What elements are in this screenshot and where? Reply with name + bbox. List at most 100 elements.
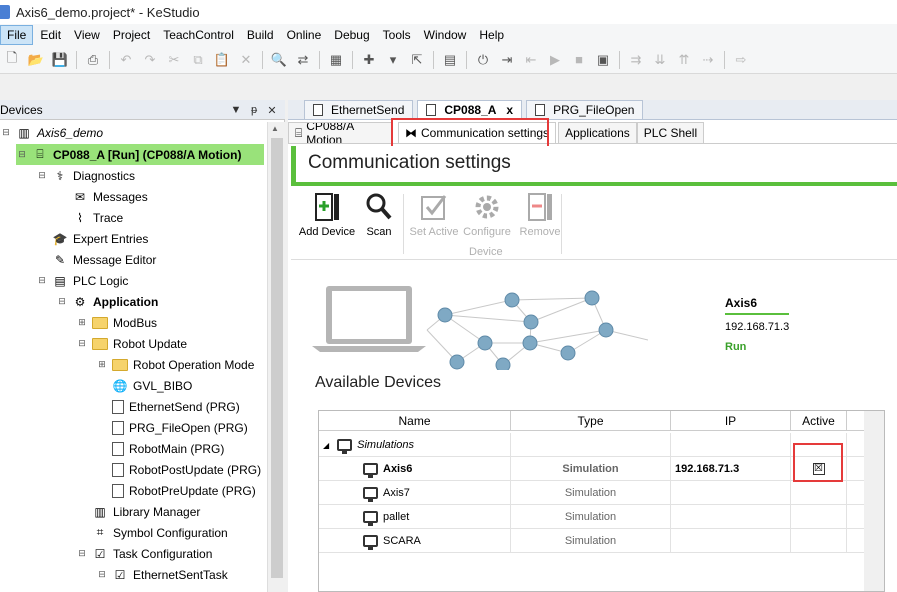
collapse-icon[interactable]: ⊟ xyxy=(36,170,48,182)
stop-icon[interactable]: ■ xyxy=(569,50,589,70)
tree-scrollbar[interactable]: ▲ xyxy=(267,122,285,592)
scan-button[interactable]: Scan xyxy=(359,192,399,238)
online-icon[interactable]: ⏻ xyxy=(473,50,493,70)
column-header-type[interactable]: Type xyxy=(511,411,671,431)
menu-tools[interactable]: Tools xyxy=(377,26,417,44)
tab-cp088a-motion[interactable]: ⌸ CP088/A Motion xyxy=(288,122,392,143)
collapse-icon[interactable]: ⊟ xyxy=(76,338,88,350)
tree-item-message-editor[interactable]: ✎ Message Editor xyxy=(52,249,156,270)
undo-icon[interactable]: ↶ xyxy=(116,50,136,70)
collapse-icon[interactable]: ⊟ xyxy=(0,127,12,139)
monitor-icon[interactable]: ▣ xyxy=(593,50,613,70)
tree-item-symbol-configuration[interactable]: ⌗ Symbol Configuration xyxy=(92,522,228,543)
tree-item-project[interactable]: ⊟ ▥ Axis6_demo xyxy=(0,122,267,143)
collapse-icon[interactable]: ⊟ xyxy=(16,149,28,161)
tab-prg-fileopen[interactable]: PRG_FileOpen xyxy=(526,100,644,119)
expand-icon[interactable]: ⊞ xyxy=(96,359,108,371)
menu-view[interactable]: View xyxy=(68,26,106,44)
menu-help[interactable]: Help xyxy=(473,26,510,44)
tree-item-gvl-bibo[interactable]: 🌐 GVL_BIBO xyxy=(112,375,193,396)
tree-item-robotmain[interactable]: RobotMain (PRG) xyxy=(112,438,224,459)
tree-item-expert-entries[interactable]: 🎓 Expert Entries xyxy=(52,228,149,249)
table-row[interactable]: pallet Simulation xyxy=(319,505,864,529)
build-icon[interactable]: ▤ xyxy=(440,50,460,70)
menu-build[interactable]: Build xyxy=(241,26,280,44)
tree-item-ethernetsenttask[interactable]: ⊟ ☑ EthernetSentTask xyxy=(96,564,228,585)
tree-item-prg-fileopen[interactable]: PRG_FileOpen (PRG) xyxy=(112,417,248,438)
tab-applications[interactable]: Applications xyxy=(558,122,637,143)
collapse-icon[interactable]: ⊟ xyxy=(36,275,48,287)
replace-icon[interactable]: ⇄ xyxy=(293,50,313,70)
configure-button[interactable]: Configure xyxy=(459,192,515,238)
find-icon[interactable]: 🔍 xyxy=(269,50,289,70)
delete-icon[interactable]: ✕ xyxy=(236,50,256,70)
open-folder-icon[interactable]: 📂 xyxy=(26,50,46,70)
scroll-up-icon[interactable]: ▲ xyxy=(271,124,279,133)
menu-window[interactable]: Window xyxy=(418,26,473,44)
menu-teachcontrol[interactable]: TeachControl xyxy=(157,26,240,44)
tree-item-diagnostics[interactable]: ⊟ ⚕ Diagnostics xyxy=(36,165,135,186)
menu-debug[interactable]: Debug xyxy=(328,26,375,44)
tab-plc-shell[interactable]: PLC Shell xyxy=(636,122,705,143)
add-device-button[interactable]: Add Device xyxy=(297,192,357,238)
dropdown-arrow-icon[interactable]: ▾ xyxy=(383,50,403,70)
tree-item-robotpostupdate[interactable]: RobotPostUpdate (PRG) xyxy=(112,459,261,480)
tab-ethernetsend[interactable]: EthernetSend xyxy=(304,100,414,119)
login-icon[interactable]: ⇥ xyxy=(497,50,517,70)
collapse-triangle-icon[interactable]: ◢ xyxy=(323,441,329,450)
tree-item-ethernetsend[interactable]: EthernetSend (PRG) xyxy=(112,396,240,417)
step-into-icon[interactable]: ⇊ xyxy=(650,50,670,70)
menu-project[interactable]: Project xyxy=(107,26,156,44)
print-icon[interactable]: ⎙ xyxy=(83,50,103,70)
menu-file[interactable]: File xyxy=(0,25,34,45)
tree-item-device[interactable]: ⊟ ⌸ CP088_A [Run] (CP088/A Motion) xyxy=(16,144,264,165)
tree-item-plc-logic[interactable]: ⊟ ▤ PLC Logic xyxy=(36,270,128,291)
group-row-simulations[interactable]: ◢ Simulations xyxy=(319,433,864,457)
collapse-icon[interactable]: ⊟ xyxy=(96,569,108,581)
menu-online[interactable]: Online xyxy=(281,26,328,44)
cut-icon[interactable]: ✂ xyxy=(164,50,184,70)
tree-item-trace[interactable]: ⌇ Trace xyxy=(72,207,123,228)
copy-icon[interactable]: ⧉ xyxy=(188,50,208,70)
step-over-icon[interactable]: ⇉ xyxy=(626,50,646,70)
close-tab-icon[interactable]: x xyxy=(506,103,513,117)
remove-button[interactable]: Remove xyxy=(515,192,565,238)
tree-item-task-configuration[interactable]: ⊟ ☑ Task Configuration xyxy=(76,543,212,564)
select-all-icon[interactable]: ▦ xyxy=(326,50,346,70)
column-header-active[interactable]: Active xyxy=(791,411,847,431)
tree-item-modbus[interactable]: ⊞ ModBus xyxy=(76,312,157,333)
add-object-icon[interactable]: ✚ xyxy=(359,50,379,70)
close-icon[interactable]: ✕ xyxy=(263,102,281,118)
tab-cp088-a[interactable]: CP088_A x xyxy=(417,100,523,119)
new-file-icon[interactable]: 🗋 xyxy=(2,50,22,70)
expand-icon[interactable]: ⊞ xyxy=(76,317,88,329)
tree-item-messages[interactable]: ✉ Messages xyxy=(72,186,148,207)
set-active-button[interactable]: Set Active xyxy=(407,192,461,238)
run-icon[interactable]: ▶ xyxy=(545,50,565,70)
panel-menu-icon[interactable]: ▼ xyxy=(227,102,245,118)
tree-item-robotpreupdate[interactable]: RobotPreUpdate (PRG) xyxy=(112,480,256,501)
table-row[interactable]: Axis7 Simulation xyxy=(319,481,864,505)
save-icon[interactable]: 💾 xyxy=(50,50,70,70)
step-out-icon[interactable]: ⇈ xyxy=(674,50,694,70)
collapse-icon[interactable]: ⊟ xyxy=(56,296,68,308)
forward-arrow-icon[interactable]: ⇨ xyxy=(731,50,751,70)
pin-icon[interactable]: ᵽ xyxy=(245,102,263,118)
redo-icon[interactable]: ↷ xyxy=(140,50,160,70)
tree-item-application[interactable]: ⊟ ⚙ Application xyxy=(56,291,158,312)
run-to-cursor-icon[interactable]: ⇢ xyxy=(698,50,718,70)
table-row[interactable]: Axis6 Simulation 192.168.71.3 ☒ xyxy=(319,457,864,481)
export-icon[interactable]: ⇱ xyxy=(407,50,427,70)
paste-icon[interactable]: 📋 xyxy=(212,50,232,70)
column-header-ip[interactable]: IP xyxy=(671,411,791,431)
collapse-icon[interactable]: ⊟ xyxy=(76,548,88,560)
logout-icon[interactable]: ⇤ xyxy=(521,50,541,70)
table-row[interactable]: SCARA Simulation xyxy=(319,529,864,553)
column-header-name[interactable]: Name xyxy=(319,411,511,431)
table-scrollbar[interactable] xyxy=(864,411,884,591)
scrollbar-thumb[interactable] xyxy=(271,138,283,578)
tree-item-library-manager[interactable]: ▥ Library Manager xyxy=(92,501,200,522)
tree-item-robot-update[interactable]: ⊟ Robot Update xyxy=(76,333,187,354)
tree-item-robot-operation-mode[interactable]: ⊞ Robot Operation Mode xyxy=(96,354,254,375)
menu-edit[interactable]: Edit xyxy=(34,26,67,44)
